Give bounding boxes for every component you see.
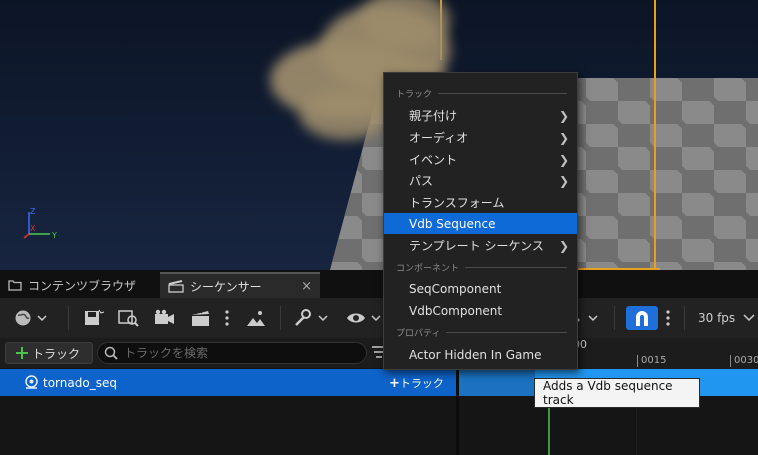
menu-item-template-sequence[interactable]: テンプレート シーケンス ❯ — [384, 235, 577, 256]
tools-menu-button[interactable] — [292, 306, 332, 330]
toolbar-separator — [68, 306, 69, 330]
chevron-right-icon: ❯ — [558, 238, 569, 253]
tab-bar: コンテンツブラウザ シーケンサー × — [0, 270, 758, 298]
tooltip: Adds a Vdb sequence track — [534, 378, 700, 408]
tab-sequencer[interactable]: シーケンサー × — [160, 272, 320, 298]
render-movie-icon[interactable] — [189, 306, 213, 330]
search-icon — [104, 346, 118, 360]
chevron-right-icon: ❯ — [558, 152, 569, 167]
view-options-button[interactable] — [345, 306, 385, 330]
find-asset-icon[interactable] — [117, 306, 141, 330]
actions-icon[interactable] — [244, 306, 268, 330]
chevron-right-icon: ❯ — [558, 173, 569, 188]
chevron-right-icon: ❯ — [558, 130, 569, 145]
world-menu-button[interactable] — [12, 306, 52, 330]
menu-section-track: トラック — [396, 87, 567, 100]
plus-icon: + — [389, 375, 400, 391]
clapperboard-icon — [168, 279, 184, 293]
level-sequence-icon — [25, 375, 38, 389]
menu-section-property: プロパティ — [396, 326, 567, 339]
chevron-right-icon: ❯ — [558, 108, 569, 123]
add-track-label: トラック — [32, 346, 81, 361]
add-track-button[interactable]: トラック — [5, 342, 93, 364]
time-tick: 0015 — [637, 355, 666, 367]
toolbar-separator — [614, 306, 615, 330]
search-input[interactable] — [122, 345, 366, 361]
axis-y-label: Y — [51, 231, 57, 240]
toolbar-separator — [280, 306, 281, 330]
time-tick: 0030 — [730, 355, 758, 367]
plus-icon — [16, 347, 28, 359]
track-row[interactable]: tornado_seq +トラック — [0, 369, 458, 396]
menu-item-seq-component[interactable]: SeqComponent — [384, 278, 577, 299]
menu-item-event[interactable]: イベント ❯ — [384, 149, 577, 170]
axis-z-label: Z — [30, 207, 36, 216]
add-track-context-menu: トラック 親子付け ❯ オーディオ ❯ イベント ❯ パス ❯ トランスフォーム Vdb… — [383, 72, 578, 370]
chevron-down-icon — [743, 314, 755, 322]
axis-x-label: X — [30, 224, 36, 233]
menu-section-component: コンポーネント — [396, 261, 567, 274]
menu-item-actor-hidden-in-game[interactable]: Actor Hidden In Game — [384, 344, 577, 365]
menu-item-parenting[interactable]: 親子付け ❯ — [384, 105, 577, 126]
track-add-button[interactable]: +トラック — [389, 375, 444, 391]
fps-label: 30 fps — [698, 311, 736, 325]
snap-magnet-icon[interactable] — [626, 306, 658, 330]
tab-label: シーケンサー — [190, 279, 262, 294]
track-section[interactable] — [459, 369, 535, 396]
camera-icon[interactable] — [153, 306, 177, 330]
axis-gizmo-icon: Z Y X — [23, 207, 57, 240]
folder-icon — [8, 280, 22, 291]
level-viewport[interactable]: Z Y X — [0, 0, 758, 270]
track-add-label: トラック — [399, 376, 444, 390]
menu-item-path[interactable]: パス ❯ — [384, 170, 577, 191]
sequencer-toolbar: 30 fps — [0, 298, 758, 339]
tab-content-browser[interactable]: コンテンツブラウザ — [0, 272, 160, 298]
close-tab-icon[interactable]: × — [301, 279, 312, 294]
more-options-icon[interactable] — [220, 306, 234, 330]
snap-options-icon[interactable] — [663, 306, 673, 330]
menu-item-vdb-component[interactable]: VdbComponent — [384, 300, 577, 321]
track-name: tornado_seq — [43, 375, 117, 390]
tooltip-text: Adds a Vdb sequence track — [543, 379, 673, 407]
toolbar-separator — [684, 306, 685, 330]
frame-rate-selector[interactable]: 30 fps — [698, 306, 758, 330]
track-search-box[interactable] — [97, 342, 367, 364]
tab-label: コンテンツブラウザ — [28, 278, 137, 293]
menu-item-vdb-sequence[interactable]: Vdb Sequence — [384, 213, 577, 234]
menu-item-audio[interactable]: オーディオ ❯ — [384, 127, 577, 148]
save-icon[interactable] — [83, 306, 105, 330]
menu-item-transform[interactable]: トランスフォーム — [384, 192, 577, 213]
